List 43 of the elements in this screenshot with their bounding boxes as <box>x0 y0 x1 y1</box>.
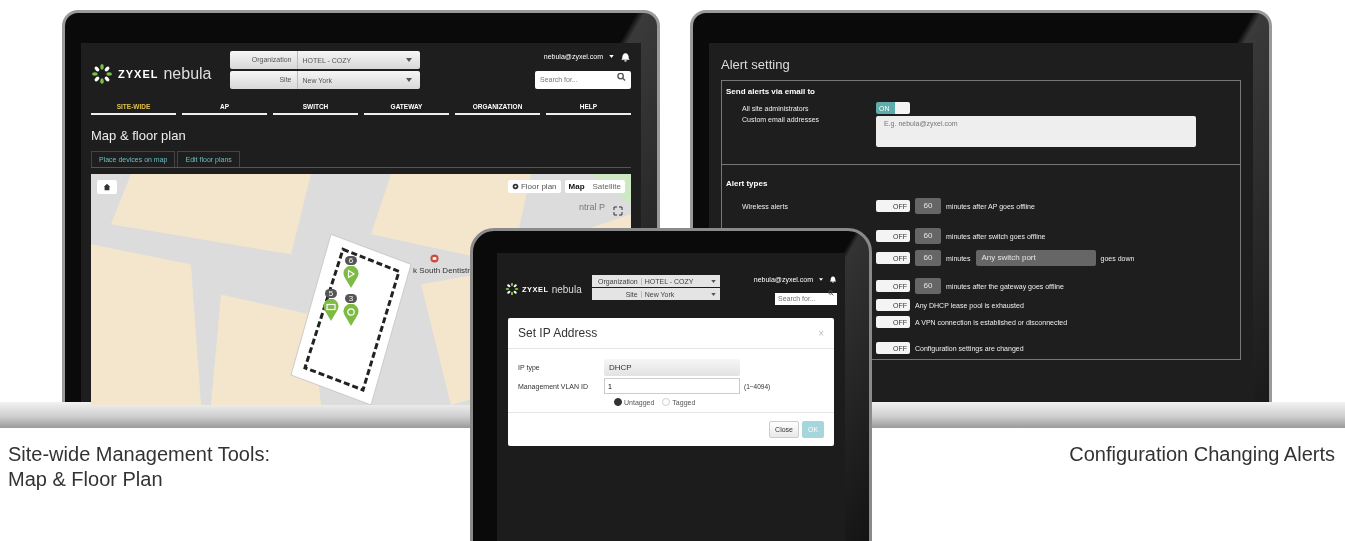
section-heading: Send alerts via email to <box>726 87 816 96</box>
minutes-dropdown[interactable]: 60 <box>915 250 941 266</box>
device-pin-icon[interactable] <box>323 299 339 321</box>
street-label: ntral P <box>579 202 605 212</box>
dialog-title: Set IP Address <box>518 326 598 340</box>
page-title: Map & floor plan <box>91 128 187 143</box>
count-badge: 6 <box>344 256 358 265</box>
count-badge: 5 <box>324 289 338 298</box>
map-type-tab[interactable]: Satellite <box>588 180 625 193</box>
caret-icon <box>710 292 716 296</box>
page-title: Alert setting <box>721 57 791 72</box>
count-badge: 3 <box>344 294 358 303</box>
brand-name: ZYXEL <box>118 68 159 80</box>
minutes-dropdown[interactable]: 60 <box>915 278 941 294</box>
floor-plan-button[interactable]: Floor plan <box>507 180 561 193</box>
minutes-dropdown[interactable]: 60 <box>915 198 941 214</box>
bell-icon[interactable] <box>620 51 631 62</box>
caret-icon <box>819 277 823 281</box>
gear-icon <box>511 183 519 190</box>
search-icon <box>828 290 834 296</box>
caret-icon <box>710 279 716 283</box>
map-type-tab[interactable]: Map <box>564 180 589 193</box>
port-dropdown[interactable]: Any switch port <box>975 250 1096 266</box>
caption-text: Configuration Changing Alerts <box>1069 442 1335 467</box>
fullscreen-icon[interactable] <box>613 206 623 216</box>
ip-type-dropdown[interactable]: DHCP <box>604 359 740 376</box>
caret-icon <box>609 55 614 58</box>
product-name: nebula <box>551 283 582 295</box>
place-label: k South Dentistr <box>413 266 470 275</box>
caret-icon <box>405 58 412 62</box>
bell-icon[interactable] <box>829 275 837 283</box>
home-icon <box>103 183 111 191</box>
logo-icon <box>91 63 113 85</box>
caret-icon <box>405 78 412 82</box>
place-pin-icon <box>430 254 439 263</box>
minutes-dropdown[interactable]: 60 <box>915 228 941 244</box>
product-name: nebula <box>163 65 212 83</box>
search-icon <box>617 72 626 82</box>
home-button[interactable] <box>97 180 117 194</box>
caption-text: Site-wide Management Tools: <box>8 442 270 467</box>
caption-text: Map & Floor Plan <box>8 467 164 492</box>
section-heading: Alert types <box>726 179 769 188</box>
logo-icon <box>505 282 519 296</box>
